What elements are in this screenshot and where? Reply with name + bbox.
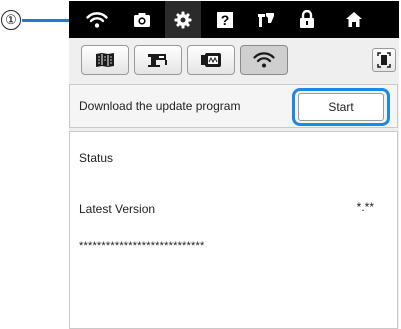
- settings-panel: Download the update program Start Status…: [69, 38, 399, 329]
- fullscreen-icon: [377, 52, 391, 68]
- wifi-icon: [253, 52, 275, 68]
- gear-icon[interactable]: [165, 1, 201, 38]
- machine-settings-icon: [96, 53, 114, 67]
- tab-embroidery[interactable]: [187, 45, 235, 75]
- download-update-label: Download the update program: [79, 99, 241, 113]
- fullscreen-button[interactable]: [372, 48, 396, 72]
- svg-text:?: ?: [221, 12, 230, 28]
- camera-icon[interactable]: [124, 1, 160, 38]
- latest-version-label: Latest Version: [79, 202, 156, 216]
- embroidery-icon: [201, 53, 221, 67]
- status-panel: Status Latest Version *.** *************…: [69, 131, 398, 329]
- tab-sewing[interactable]: [134, 45, 182, 75]
- help-icon[interactable]: ?: [207, 1, 243, 38]
- download-update-row: Download the update program Start: [69, 84, 398, 128]
- wifi-icon[interactable]: [79, 1, 115, 38]
- status-label: Status: [79, 151, 114, 165]
- tab-wifi[interactable]: [240, 45, 288, 75]
- start-button[interactable]: Start: [298, 93, 384, 121]
- top-bar: ?: [69, 1, 399, 38]
- lock-icon[interactable]: [289, 1, 325, 38]
- home-icon[interactable]: [336, 1, 372, 38]
- status-value: ****************************: [79, 240, 205, 252]
- latest-version-value: *.**: [356, 200, 374, 214]
- sewing-machine-icon: [148, 54, 167, 67]
- needle-icon[interactable]: [248, 1, 284, 38]
- tab-machine-settings[interactable]: [81, 45, 129, 75]
- callout-number: ①: [1, 10, 21, 30]
